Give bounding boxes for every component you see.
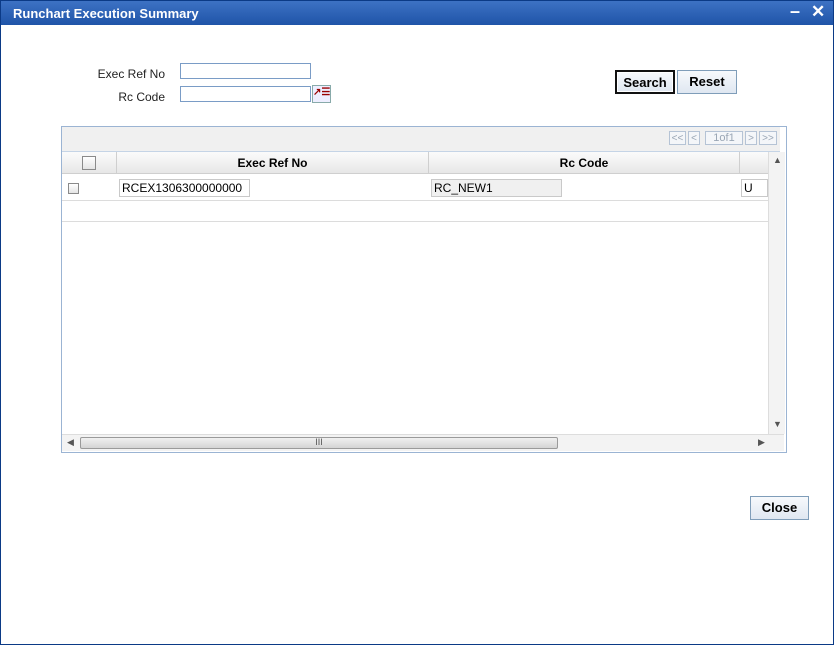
search-button[interactable]: Search: [615, 70, 675, 94]
select-all-checkbox[interactable]: [82, 156, 96, 170]
minimize-icon[interactable]: –: [790, 1, 800, 22]
exec-ref-label: Exec Ref No: [97, 67, 165, 81]
page-indicator: 1of1: [705, 131, 743, 145]
row-divider: [62, 221, 768, 222]
scroll-left-icon[interactable]: ◀: [67, 437, 74, 448]
scroll-thumb[interactable]: III: [80, 437, 558, 449]
window-title: Runchart Execution Summary: [13, 6, 199, 21]
extra-cell[interactable]: U: [741, 179, 768, 197]
scroll-up-icon[interactable]: ▲: [773, 155, 782, 165]
exec-ref-input[interactable]: [180, 63, 311, 79]
scroll-down-icon[interactable]: ▼: [773, 419, 782, 429]
next-page-button[interactable]: >: [745, 131, 757, 145]
title-bar: Runchart Execution Summary – ✕: [1, 1, 833, 25]
prev-page-button[interactable]: <: [688, 131, 700, 145]
pager-bar: << < 1of1 > >>: [62, 127, 780, 152]
first-page-button[interactable]: <<: [669, 131, 686, 145]
column-header-exec-ref[interactable]: Exec Ref No: [117, 152, 429, 174]
dialog-window: Runchart Execution Summary – ✕ Exec Ref …: [0, 0, 834, 645]
select-all-header: [62, 152, 117, 174]
row-divider: [62, 200, 768, 201]
results-grid: << < 1of1 > >> Exec Ref No Rc Code RCEX1…: [61, 126, 787, 453]
rc-code-label: Rc Code: [118, 90, 165, 104]
vertical-scrollbar[interactable]: ▲ ▼: [768, 152, 785, 434]
column-header-extra: [740, 152, 768, 174]
horizontal-scrollbar[interactable]: ◀ III ▶: [62, 434, 784, 451]
reset-button[interactable]: Reset: [677, 70, 737, 94]
exec-ref-cell[interactable]: RCEX1306300000000: [119, 179, 250, 197]
close-button[interactable]: Close: [750, 496, 809, 520]
row-checkbox[interactable]: [68, 183, 79, 194]
rc-code-cell[interactable]: RC_NEW1: [431, 179, 562, 197]
lov-icon[interactable]: ↗☰: [312, 85, 331, 103]
last-page-button[interactable]: >>: [759, 131, 777, 145]
scroll-right-icon[interactable]: ▶: [758, 437, 765, 448]
column-header-rc-code[interactable]: Rc Code: [429, 152, 740, 174]
dialog-content: Exec Ref No Rc Code ↗☰ Search Reset << <…: [5, 25, 829, 640]
rc-code-input[interactable]: [180, 86, 311, 102]
close-window-icon[interactable]: ✕: [811, 2, 825, 22]
